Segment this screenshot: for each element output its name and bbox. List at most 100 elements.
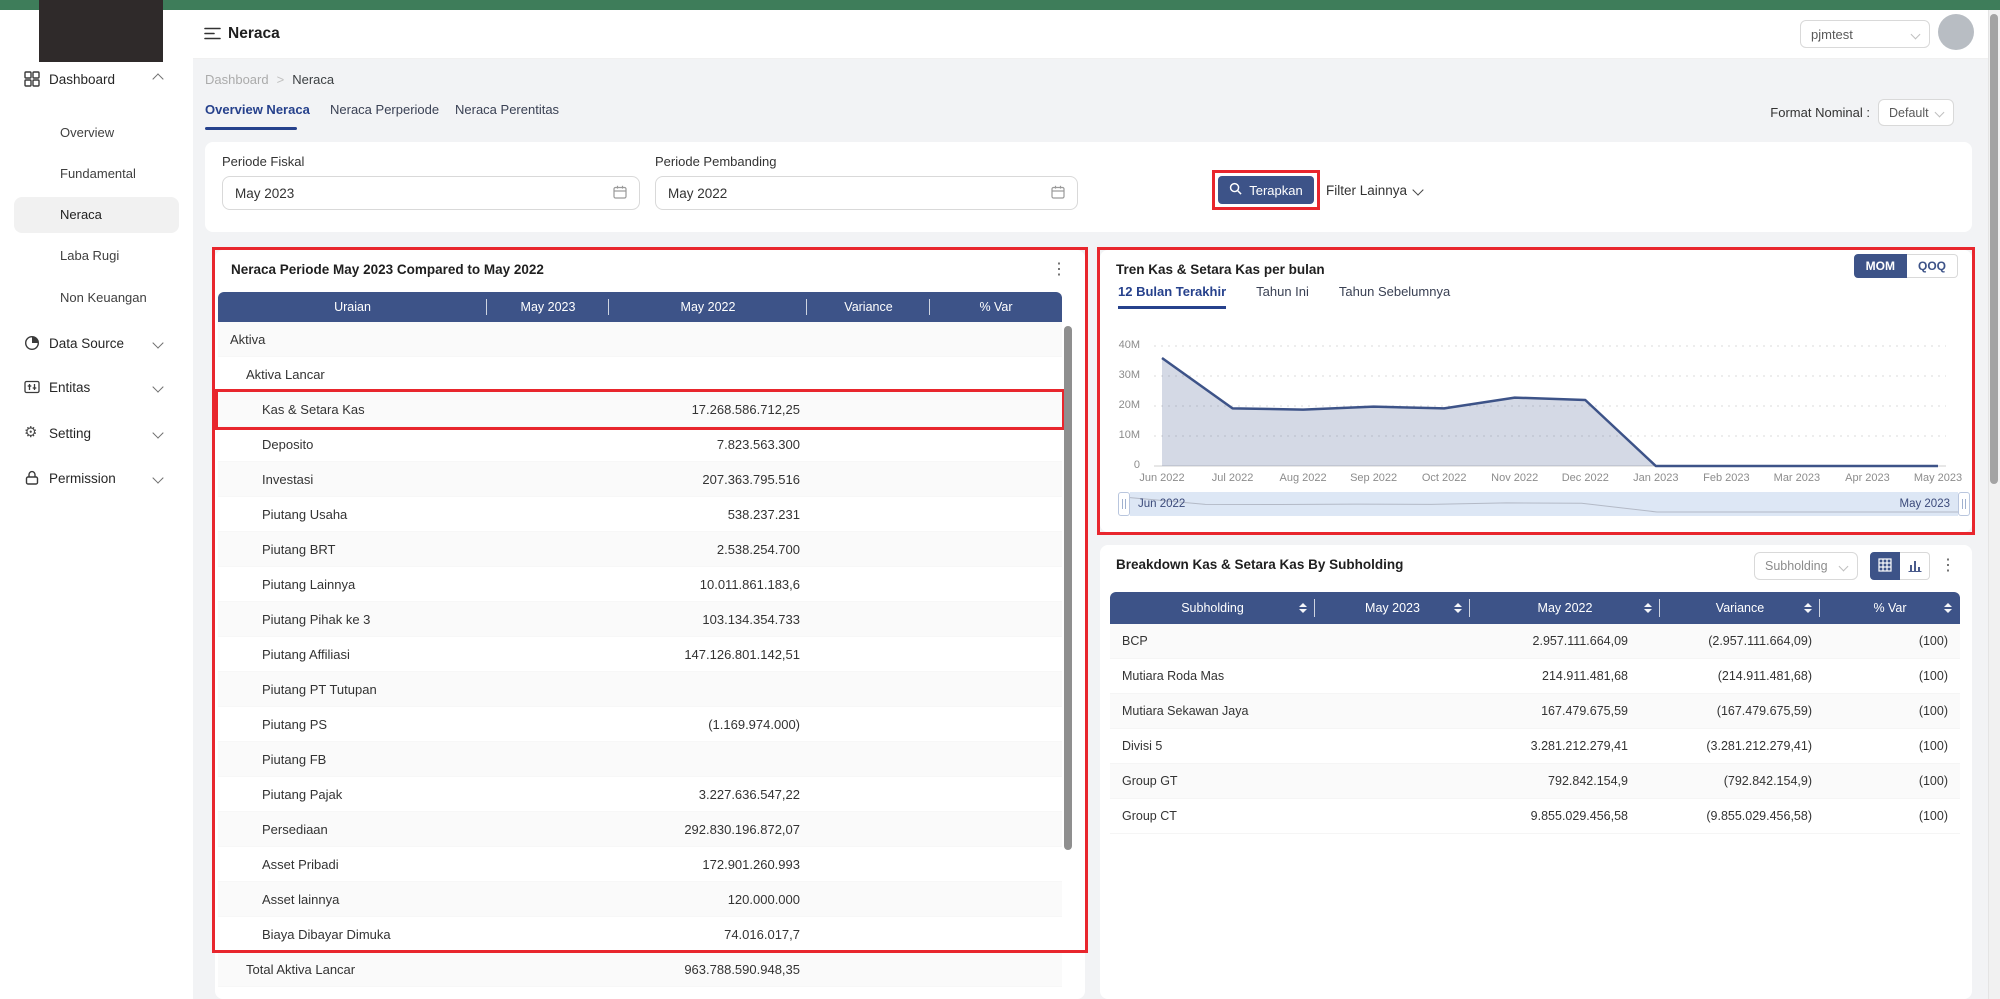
- row-label: Aktiva: [218, 332, 265, 347]
- breakdown-row-group-gt[interactable]: Group GT792.842.154,9(792.842.154,9)(100…: [1110, 764, 1960, 799]
- sidebar-item-label: Permission: [49, 471, 116, 486]
- tab-neraca-perentitas[interactable]: Neraca Perentitas: [455, 102, 559, 117]
- chart-y-axis-labels: 010M20M30M40M: [1100, 338, 1146, 470]
- breakdown-row-mutiara-roda-mas[interactable]: Mutiara Roda Mas214.911.481,68(214.911.4…: [1110, 659, 1960, 694]
- tab-tahun-sebelumnya[interactable]: Tahun Sebelumnya: [1339, 284, 1450, 309]
- table-row-piutang-fb[interactable]: Piutang FB: [218, 742, 1062, 777]
- breakdown-card-title: Breakdown Kas & Setara Kas By Subholding: [1116, 557, 1403, 572]
- table-row-piutang-lainnya[interactable]: Piutang Lainnya 10.011.861.183,6: [218, 567, 1062, 602]
- user-select[interactable]: pjmtest: [1800, 20, 1930, 48]
- calendar-icon: [613, 185, 627, 202]
- user-name: pjmtest: [1811, 27, 1853, 42]
- table-row-deposito[interactable]: Deposito7.823.563.300: [218, 427, 1062, 462]
- qoq-button[interactable]: QOQ: [1907, 254, 1958, 278]
- search-icon: [1229, 182, 1242, 198]
- sidebar-item-laba-rugi[interactable]: Laba Rugi: [14, 238, 179, 274]
- tab-12-bulan-terakhir[interactable]: 12 Bulan Terakhir: [1118, 284, 1226, 309]
- table-row-piutang-affiliasi[interactable]: Piutang Affiliasi147.126.801.142,51: [218, 637, 1062, 672]
- kebab-menu-icon[interactable]: ⋮: [1051, 262, 1067, 278]
- sort-icon[interactable]: [1644, 603, 1652, 613]
- table-row-piutang-pihak-ke-3[interactable]: Piutang Pihak ke 3103.134.354.733: [218, 602, 1062, 637]
- chart-view-button[interactable]: [1900, 552, 1930, 580]
- table-row-persediaan[interactable]: Persediaan292.830.196.872,07: [218, 812, 1062, 847]
- row-label: Piutang PS: [218, 717, 327, 732]
- periode-fiskal-input[interactable]: May 2023: [222, 176, 640, 210]
- x-tick-label: Nov 2022: [1475, 472, 1555, 484]
- sidebar-item-non-keuangan[interactable]: Non Keuangan: [14, 280, 179, 316]
- tab-tahun-ini[interactable]: Tahun Ini: [1256, 284, 1309, 309]
- sidebar-item-overview[interactable]: Overview: [14, 115, 179, 151]
- mom-button[interactable]: MOM: [1854, 254, 1907, 278]
- more-filters-button[interactable]: Filter Lainnya: [1326, 176, 1422, 204]
- apply-button[interactable]: Terapkan: [1218, 176, 1314, 204]
- sort-icon[interactable]: [1299, 603, 1307, 613]
- periode-pembanding-input[interactable]: May 2022: [655, 176, 1078, 210]
- sidebar-item-setting[interactable]: ⚙ Setting: [0, 416, 192, 450]
- column-header-uraian[interactable]: Uraian: [218, 292, 487, 322]
- table-row-piutang-pt-tutupan[interactable]: Piutang PT Tutupan: [218, 672, 1062, 707]
- sidebar: Dashboard Overview Fundamental Neraca Laba …: [0, 10, 194, 999]
- column-header-may-2022[interactable]: May 2022: [609, 292, 807, 322]
- column-header-pct-var[interactable]: % Var: [930, 292, 1062, 322]
- breakdown-row-group-ct[interactable]: Group CT9.855.029.456,58(9.855.029.456,5…: [1110, 799, 1960, 834]
- sidebar-item-data-source[interactable]: Data Source: [0, 326, 192, 360]
- breakdown-row-divisi-5[interactable]: Divisi 53.281.212.279,41(3.281.212.279,4…: [1110, 729, 1960, 764]
- tab-neraca-perperiode[interactable]: Neraca Perperiode: [330, 102, 439, 117]
- sort-icon[interactable]: [1944, 603, 1952, 613]
- kebab-menu-icon[interactable]: ⋮: [1940, 558, 1956, 574]
- table-scrollbar-thumb[interactable]: [1064, 326, 1072, 850]
- sidebar-item-permission[interactable]: Permission: [0, 461, 192, 495]
- column-header-pct-var[interactable]: % Var: [1820, 592, 1960, 624]
- column-header-may-2023[interactable]: May 2023: [487, 292, 609, 322]
- brush-handle-left[interactable]: [1118, 492, 1130, 516]
- sidebar-item-dashboard[interactable]: Dashboard: [0, 62, 192, 96]
- column-header-variance[interactable]: Variance: [1660, 592, 1820, 624]
- table-row-investasi[interactable]: Investasi207.363.795.516: [218, 462, 1062, 497]
- tab-overview-neraca[interactable]: Overview Neraca: [205, 102, 310, 117]
- page-scrollbar-thumb[interactable]: [1990, 14, 1998, 484]
- column-header-may-2022[interactable]: May 2022: [1470, 592, 1660, 624]
- table-row-piutang-brt[interactable]: Piutang BRT2.538.254.700: [218, 532, 1062, 567]
- format-nominal-value: Default: [1889, 106, 1929, 120]
- avatar[interactable]: [1938, 14, 1974, 50]
- filter-card: Periode Fiskal May 2023 Periode Pembandi…: [205, 142, 1972, 232]
- breadcrumb-separator: >: [277, 72, 285, 87]
- table-row-piutang-ps[interactable]: Piutang PS(1.169.974.000): [218, 707, 1062, 742]
- column-header-variance[interactable]: Variance: [807, 292, 930, 322]
- breakdown-row-bcp[interactable]: BCP2.957.111.664,09(2.957.111.664,09)(10…: [1110, 624, 1960, 659]
- breakdown-row-mutiara-sekawan-jaya[interactable]: Mutiara Sekawan Jaya167.479.675,59(167.4…: [1110, 694, 1960, 729]
- menu-fold-icon[interactable]: [204, 27, 221, 43]
- table-row-asset-lainnya[interactable]: Asset lainnya120.000.000: [218, 882, 1062, 917]
- column-header-may-2023[interactable]: May 2023: [1315, 592, 1470, 624]
- brush-handle-right[interactable]: [1958, 492, 1970, 516]
- row-label: Piutang Lainnya: [218, 577, 355, 592]
- subholding-select[interactable]: Subholding: [1754, 552, 1858, 580]
- column-header-subholding[interactable]: Subholding: [1110, 592, 1315, 624]
- periode-pembanding-value: May 2022: [668, 186, 727, 201]
- sidebar-item-fundamental[interactable]: Fundamental: [14, 156, 179, 192]
- y-tick-label: 20M: [1119, 399, 1140, 411]
- cell-value: (167.479.675,59): [1717, 704, 1812, 718]
- table-row-asset-pribadi[interactable]: Asset Pribadi172.901.260.993: [218, 847, 1062, 882]
- brush-range-bar[interactable]: Jun 2022 May 2023: [1130, 492, 1958, 516]
- sort-icon[interactable]: [1804, 603, 1812, 613]
- sidebar-item-entitas[interactable]: Entitas: [0, 370, 192, 404]
- subholding-select-value: Subholding: [1765, 559, 1828, 573]
- breadcrumb-dashboard[interactable]: Dashboard: [205, 72, 269, 87]
- table-view-button[interactable]: [1870, 552, 1900, 580]
- dashboard-icon: [24, 71, 40, 87]
- format-nominal-select[interactable]: Default: [1878, 99, 1954, 126]
- table-row-aktiva-lancar[interactable]: Aktiva Lancar: [218, 357, 1062, 392]
- row-value: 10.011.861.183,6: [700, 577, 800, 592]
- table-row-aktiva[interactable]: Aktiva: [218, 322, 1062, 357]
- row-label: Asset lainnya: [218, 892, 339, 907]
- chevron-down-icon: [152, 472, 163, 483]
- sidebar-item-neraca[interactable]: Neraca: [14, 197, 179, 233]
- table-row-biaya-dibayar-dimuka[interactable]: Biaya Dibayar Dimuka74.016.017,7: [218, 917, 1062, 952]
- sort-icon[interactable]: [1454, 603, 1462, 613]
- table-row-piutang-pajak[interactable]: Piutang Pajak3.227.636.547,22: [218, 777, 1062, 812]
- table-row-kas-setara-kas[interactable]: Kas & Setara Kas17.268.586.712,25: [218, 392, 1062, 427]
- bar-chart-icon: [1908, 558, 1922, 575]
- table-row-total-aktiva-lancar[interactable]: Total Aktiva Lancar963.788.590.948,35: [218, 952, 1062, 987]
- table-row-piutang-usaha[interactable]: Piutang Usaha538.237.231: [218, 497, 1062, 532]
